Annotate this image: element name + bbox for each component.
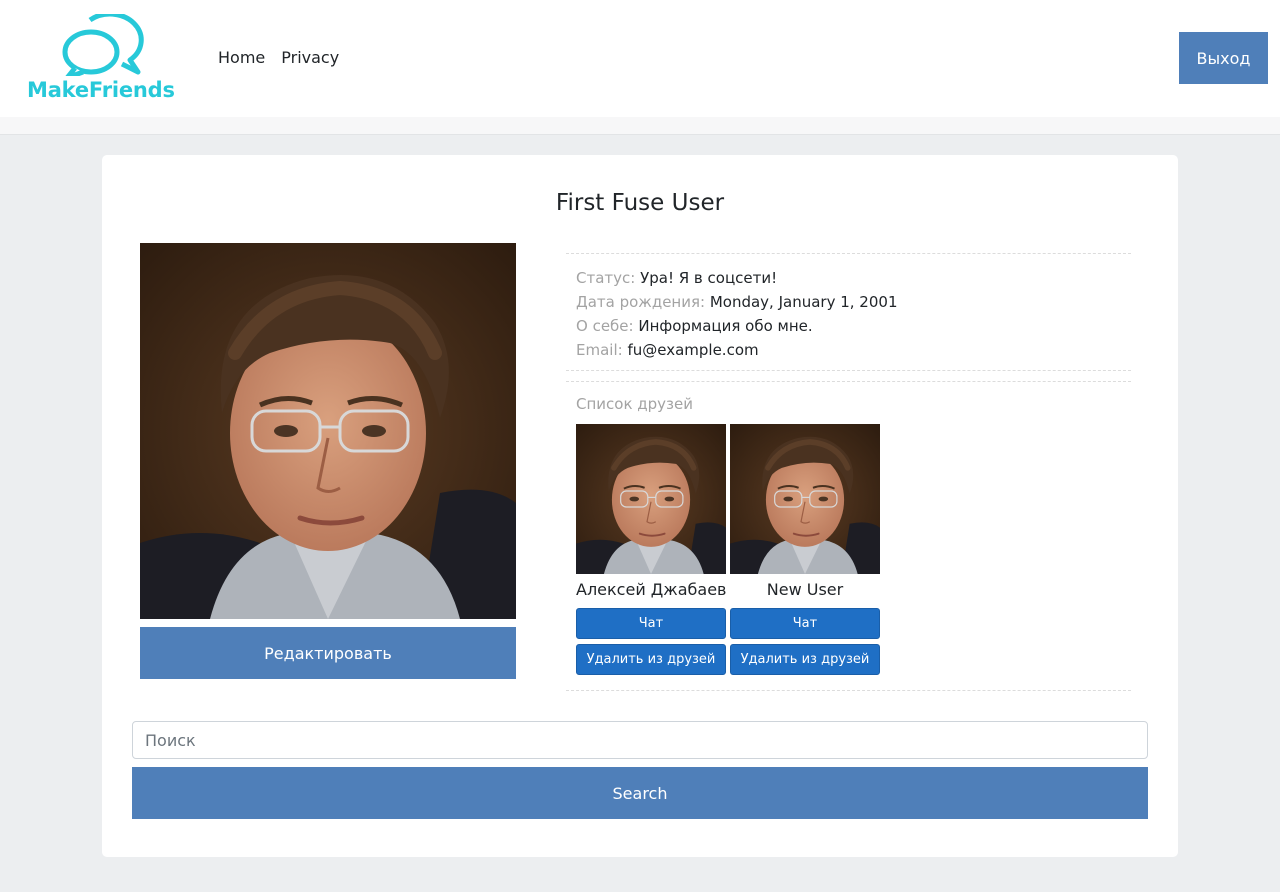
search-button[interactable]: Search	[132, 767, 1148, 819]
chat-button[interactable]: Чат	[730, 608, 880, 639]
chat-button[interactable]: Чат	[576, 608, 726, 639]
friends-list: Алексей Джабаев Чат Удалить из друзей Ne…	[576, 424, 880, 680]
friend-avatar[interactable]	[576, 424, 726, 574]
top-navbar: MakeFriends Home Privacy Выход	[0, 0, 1280, 117]
status-label: Статус:	[576, 269, 636, 287]
friend-card: New User Чат Удалить из друзей	[730, 424, 880, 680]
nav-privacy-link[interactable]: Privacy	[281, 48, 339, 67]
friend-name[interactable]: Алексей Джабаев	[576, 574, 726, 608]
remove-friend-button[interactable]: Удалить из друзей	[730, 644, 880, 675]
email-row: Email: fu@example.com	[576, 338, 1121, 362]
friends-title: Список друзей	[576, 395, 694, 413]
logout-button[interactable]: Выход	[1179, 32, 1268, 84]
page-title: First Fuse User	[555, 190, 725, 216]
search-input[interactable]	[132, 721, 1148, 759]
chat-bubbles-icon	[62, 11, 144, 81]
logo-text: MakeFriends	[27, 78, 175, 102]
friend-name[interactable]: New User	[730, 574, 880, 608]
nav-home-link[interactable]: Home	[218, 48, 265, 67]
profile-card: First Fuse User Редактировать Статус: Ур…	[102, 155, 1178, 857]
remove-friend-button[interactable]: Удалить из друзей	[576, 644, 726, 675]
profile-avatar	[140, 243, 516, 619]
friend-card: Алексей Джабаев Чат Удалить из друзей	[576, 424, 726, 680]
app-logo[interactable]: MakeFriends	[27, 11, 181, 106]
status-row: Статус: Ура! Я в соцсети!	[576, 266, 1121, 290]
friend-avatar[interactable]	[730, 424, 880, 574]
about-value: Информация обо мне.	[638, 317, 813, 335]
birthday-value: Monday, January 1, 2001	[709, 293, 898, 311]
about-row: О себе: Информация обо мне.	[576, 314, 1121, 338]
about-label: О себе:	[576, 317, 634, 335]
birthday-label: Дата рождения:	[576, 293, 706, 311]
header-divider	[0, 117, 1280, 135]
email-label: Email:	[576, 341, 623, 359]
email-value: fu@example.com	[627, 341, 759, 359]
friends-section: Список друзей Алексей Джабаев Чат Удалит…	[566, 381, 1131, 691]
birthday-row: Дата рождения: Monday, January 1, 2001	[576, 290, 1121, 314]
main-nav: Home Privacy	[218, 48, 339, 67]
edit-profile-button[interactable]: Редактировать	[140, 627, 516, 679]
profile-info: Статус: Ура! Я в соцсети! Дата рождения:…	[566, 253, 1131, 371]
status-value: Ура! Я в соцсети!	[640, 269, 778, 287]
